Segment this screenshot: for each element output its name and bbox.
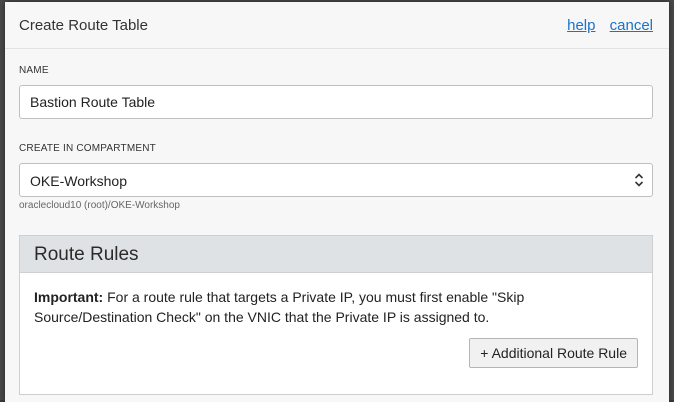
dialog-body: NAME CREATE IN COMPARTMENT OKE-Workshop … — [5, 65, 669, 395]
important-label: Important: — [34, 289, 104, 305]
route-rules-header: Route Rules — [20, 236, 652, 273]
compartment-select[interactable]: OKE-Workshop — [19, 163, 653, 197]
important-message: For a route rule that targets a Private … — [34, 289, 525, 325]
route-rules-actions: + Additional Route Rule — [34, 338, 638, 368]
important-notice: Important: For a route rule that targets… — [34, 287, 638, 327]
cancel-link[interactable]: cancel — [610, 17, 653, 34]
chevron-up-down-icon — [634, 173, 644, 187]
route-rules-section: Route Rules Important: For a route rule … — [19, 235, 653, 395]
header-links: help cancel — [557, 17, 653, 34]
additional-route-rule-button[interactable]: + Additional Route Rule — [469, 338, 638, 368]
compartment-label: CREATE IN COMPARTMENT — [19, 143, 156, 154]
compartment-selected-value: OKE-Workshop — [30, 173, 127, 189]
dialog-header: Create Route Table help cancel — [5, 2, 669, 49]
route-rules-body: Important: For a route rule that targets… — [20, 273, 652, 368]
help-link[interactable]: help — [567, 17, 595, 34]
dialog-title: Create Route Table — [19, 17, 148, 34]
name-label: NAME — [19, 65, 49, 76]
create-route-table-dialog: Create Route Table help cancel NAME CREA… — [5, 2, 669, 402]
compartment-path: oraclecloud10 (root)/OKE-Workshop — [19, 200, 180, 211]
route-rules-title: Route Rules — [34, 244, 139, 265]
name-input[interactable] — [19, 85, 653, 119]
